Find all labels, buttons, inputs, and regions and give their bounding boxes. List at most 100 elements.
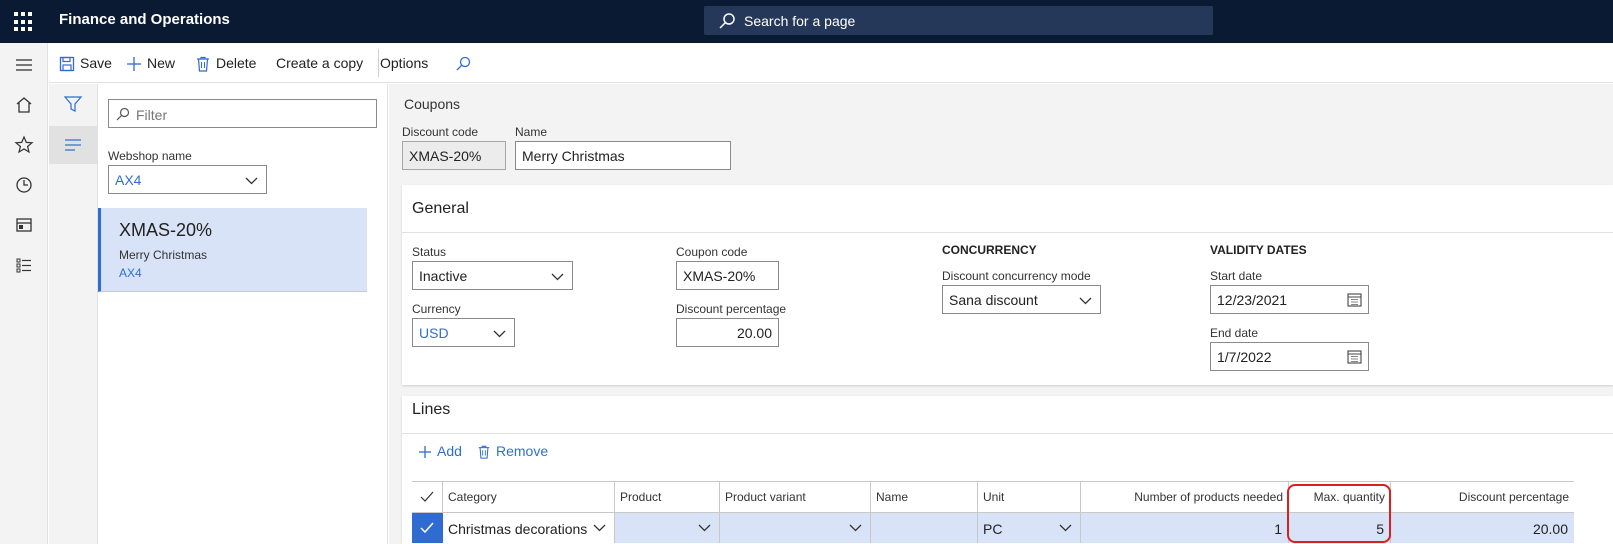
plus-icon: [419, 446, 431, 459]
table-row[interactable]: Christmas decorations PC 1 5 20.00: [412, 513, 1574, 543]
currency-select[interactable]: USD: [412, 318, 515, 347]
unit-value: PC: [983, 521, 1003, 537]
name-cell[interactable]: [871, 513, 978, 543]
chevron-down-icon[interactable]: [593, 521, 606, 534]
checkmark-icon: [420, 522, 434, 534]
general-fasttab: General Status Inactive Currency USD Cou…: [402, 185, 1613, 385]
clock-icon[interactable]: [14, 175, 34, 195]
chevron-down-icon: [551, 273, 564, 281]
max-quantity-highlight: [1287, 484, 1391, 543]
discount-percentage-value: 20.00: [736, 325, 772, 341]
save-label: Save: [80, 55, 112, 71]
list-item-selected[interactable]: XMAS-20% Merry Christmas AX4: [98, 208, 367, 292]
webshop-name-select[interactable]: AX4: [108, 165, 267, 194]
product-cell[interactable]: [615, 513, 720, 543]
column-header-product[interactable]: Product: [615, 482, 720, 512]
concurrency-mode-select[interactable]: Sana discount: [942, 285, 1101, 314]
list-item-code: XMAS-20%: [119, 220, 213, 240]
list-item-webshop: AX4: [119, 266, 142, 280]
options-tab[interactable]: Options: [380, 43, 428, 83]
name-field[interactable]: Merry Christmas: [515, 141, 731, 170]
category-cell[interactable]: Christmas decorations: [443, 513, 615, 543]
remove-line-button[interactable]: Remove: [477, 436, 548, 466]
list-pane: Filter Webshop name AX4 XMAS-20% Merry C…: [98, 84, 388, 544]
products-needed-cell[interactable]: 1: [1081, 513, 1289, 543]
coupon-code-field[interactable]: XMAS-20%: [676, 261, 779, 290]
checkmark-icon: [420, 491, 434, 502]
star-icon[interactable]: [14, 135, 34, 155]
product-variant-cell[interactable]: [720, 513, 871, 543]
workspace-icon[interactable]: [14, 215, 34, 235]
discount-percentage-cell[interactable]: 20.00: [1391, 513, 1574, 543]
currency-label: Currency: [412, 302, 461, 316]
trash-icon: [197, 57, 209, 72]
end-date-field[interactable]: 1/7/2022: [1210, 342, 1369, 371]
name-value: Merry Christmas: [522, 148, 625, 164]
validity-dates-heading: VALIDITY DATES: [1210, 243, 1307, 257]
lines-grid: Category Product Product variant Name Un…: [412, 481, 1574, 543]
filter-input[interactable]: Filter: [108, 99, 377, 128]
end-date-value: 1/7/2022: [1217, 349, 1272, 365]
coupon-code-label: Coupon code: [676, 245, 748, 259]
home-icon[interactable]: [14, 95, 34, 115]
save-button[interactable]: Save: [59, 43, 112, 83]
column-header-category[interactable]: Category: [443, 482, 615, 512]
chevron-down-icon[interactable]: [849, 521, 862, 534]
remove-label: Remove: [496, 443, 549, 459]
app-title[interactable]: Finance and Operations: [59, 11, 230, 28]
status-select[interactable]: Inactive: [412, 261, 573, 290]
top-bar: Finance and Operations Search for a page: [0, 0, 1613, 43]
column-header-name[interactable]: Name: [871, 482, 978, 512]
new-button[interactable]: New: [126, 43, 175, 83]
list-view-toggle[interactable]: [49, 126, 98, 164]
unit-cell[interactable]: PC: [978, 513, 1081, 543]
search-icon: [456, 57, 471, 71]
app-launcher-icon[interactable]: [14, 12, 34, 32]
general-divider: [402, 232, 1613, 233]
filter-icon[interactable]: [63, 94, 83, 114]
lines-fasttab: Lines Add Remove Category Product Produc…: [402, 396, 1613, 544]
menu-icon[interactable]: [14, 55, 34, 75]
calendar-icon[interactable]: [1347, 349, 1362, 364]
select-all-checkbox[interactable]: [412, 482, 443, 512]
row-checkbox[interactable]: [412, 513, 443, 543]
toolbar-search-button[interactable]: [455, 43, 476, 83]
discount-percentage-field[interactable]: 20.00: [676, 318, 779, 347]
column-header-unit[interactable]: Unit: [978, 482, 1081, 512]
general-title[interactable]: General: [412, 200, 469, 218]
end-date-label: End date: [1210, 326, 1259, 340]
lines-title[interactable]: Lines: [412, 401, 450, 419]
start-date-field[interactable]: 12/23/2021: [1210, 285, 1369, 314]
chevron-down-icon: [493, 330, 506, 338]
concurrency-heading: CONCURRENCY: [942, 243, 1037, 257]
currency-value: USD: [419, 325, 449, 341]
calendar-icon[interactable]: [1347, 292, 1362, 307]
products-needed-value: 1: [1274, 521, 1282, 537]
page-caption: Coupons: [404, 96, 461, 112]
column-header-products-needed[interactable]: Number of products needed: [1081, 482, 1289, 512]
left-navigation: [0, 43, 48, 544]
list-item-name: Merry Christmas: [119, 248, 208, 262]
add-line-button[interactable]: Add: [418, 436, 462, 466]
name-label: Name: [515, 125, 548, 139]
modules-list-icon[interactable]: [14, 255, 34, 275]
webshop-name-value: AX4: [115, 172, 142, 188]
column-header-product-variant[interactable]: Product variant: [720, 482, 871, 512]
action-pane: Save New Delete Create a copy Options: [49, 43, 1613, 83]
page-search-box[interactable]: Search for a page: [704, 6, 1213, 35]
delete-button[interactable]: Delete: [195, 43, 256, 83]
discount-code-field[interactable]: XMAS-20%: [402, 141, 506, 170]
chevron-down-icon[interactable]: [1059, 521, 1072, 534]
details-pane: Coupons Discount code XMAS-20% Name Merr…: [389, 84, 1613, 544]
trash-icon: [478, 446, 490, 459]
start-date-label: Start date: [1210, 269, 1263, 283]
search-placeholder: Search for a page: [744, 13, 856, 29]
line-discount-value: 20.00: [1532, 521, 1568, 537]
chevron-down-icon: [245, 177, 258, 185]
coupon-code-value: XMAS-20%: [683, 268, 756, 284]
column-header-discount-percentage[interactable]: Discount percentage: [1391, 482, 1574, 512]
save-icon: [59, 57, 75, 72]
create-copy-button[interactable]: Create a copy: [276, 43, 363, 83]
chevron-down-icon[interactable]: [698, 521, 711, 534]
concurrency-mode-value: Sana discount: [949, 292, 1038, 308]
